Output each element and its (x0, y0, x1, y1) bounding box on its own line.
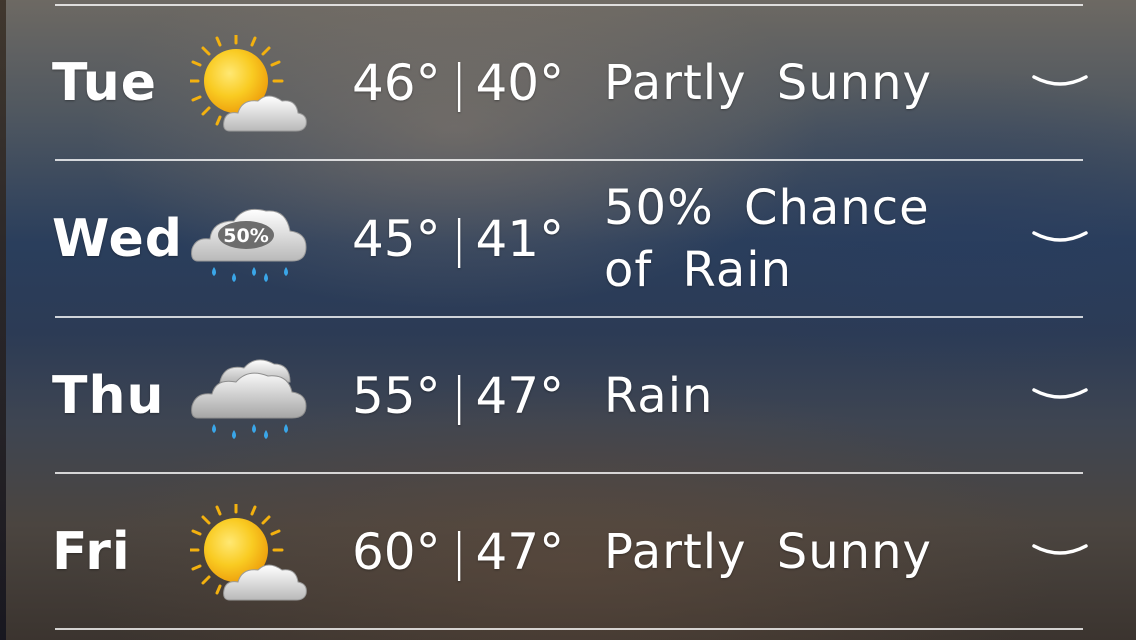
temperature-range: 60° | 47° (352, 523, 564, 581)
condition-text: Partly Sunny (604, 55, 932, 111)
high-temp: 46° (352, 54, 441, 112)
day-label: Tue (52, 53, 158, 113)
low-temp: 40° (475, 54, 565, 112)
day-label: Thu (52, 366, 165, 426)
high-temp: 60° (352, 523, 441, 581)
high-temp: 55° (352, 367, 441, 425)
rain-chance-icon: 50% (190, 191, 310, 291)
condition-text: Rain (604, 368, 714, 424)
rain-chance-badge: 50% (223, 225, 268, 247)
temperature-range: 55° | 47° (352, 367, 564, 425)
high-temp: 45° (352, 210, 441, 268)
temp-separator: | (450, 523, 468, 581)
temp-separator: | (450, 210, 468, 268)
chevron-down-icon[interactable] (1030, 71, 1090, 95)
day-label: Wed (52, 209, 183, 269)
chevron-down-icon[interactable] (1030, 384, 1090, 408)
temp-separator: | (450, 367, 468, 425)
temperature-range: 45° | 41° (352, 210, 564, 268)
low-temp: 47° (475, 523, 565, 581)
low-temp: 47° (475, 367, 565, 425)
day-label: Fri (52, 522, 131, 582)
condition-text: Partly Sunny (604, 524, 932, 580)
condition-text: 50% Chance of Rain (604, 180, 930, 298)
forecast-row-wed[interactable]: Wed 50% 45° | 41° 50% Chance of Rain (0, 161, 1136, 317)
temperature-range: 46° | 40° (352, 54, 564, 112)
partly-sunny-icon (188, 33, 310, 135)
low-temp: 41° (475, 210, 565, 268)
forecast-row-thu[interactable]: Thu 55° | 47° Rain (0, 318, 1136, 474)
partly-sunny-icon (188, 502, 310, 604)
chevron-down-icon[interactable] (1030, 540, 1090, 564)
rain-icon (190, 348, 310, 448)
forecast-row-tue[interactable]: Tue 46° | 40° Partly Sunny (0, 5, 1136, 161)
forecast-row-fri[interactable]: Fri 60° | 47° Partly Sunny (0, 474, 1136, 630)
chevron-down-icon[interactable] (1030, 227, 1090, 251)
divider-bottom (55, 628, 1083, 630)
temp-separator: | (450, 54, 468, 112)
